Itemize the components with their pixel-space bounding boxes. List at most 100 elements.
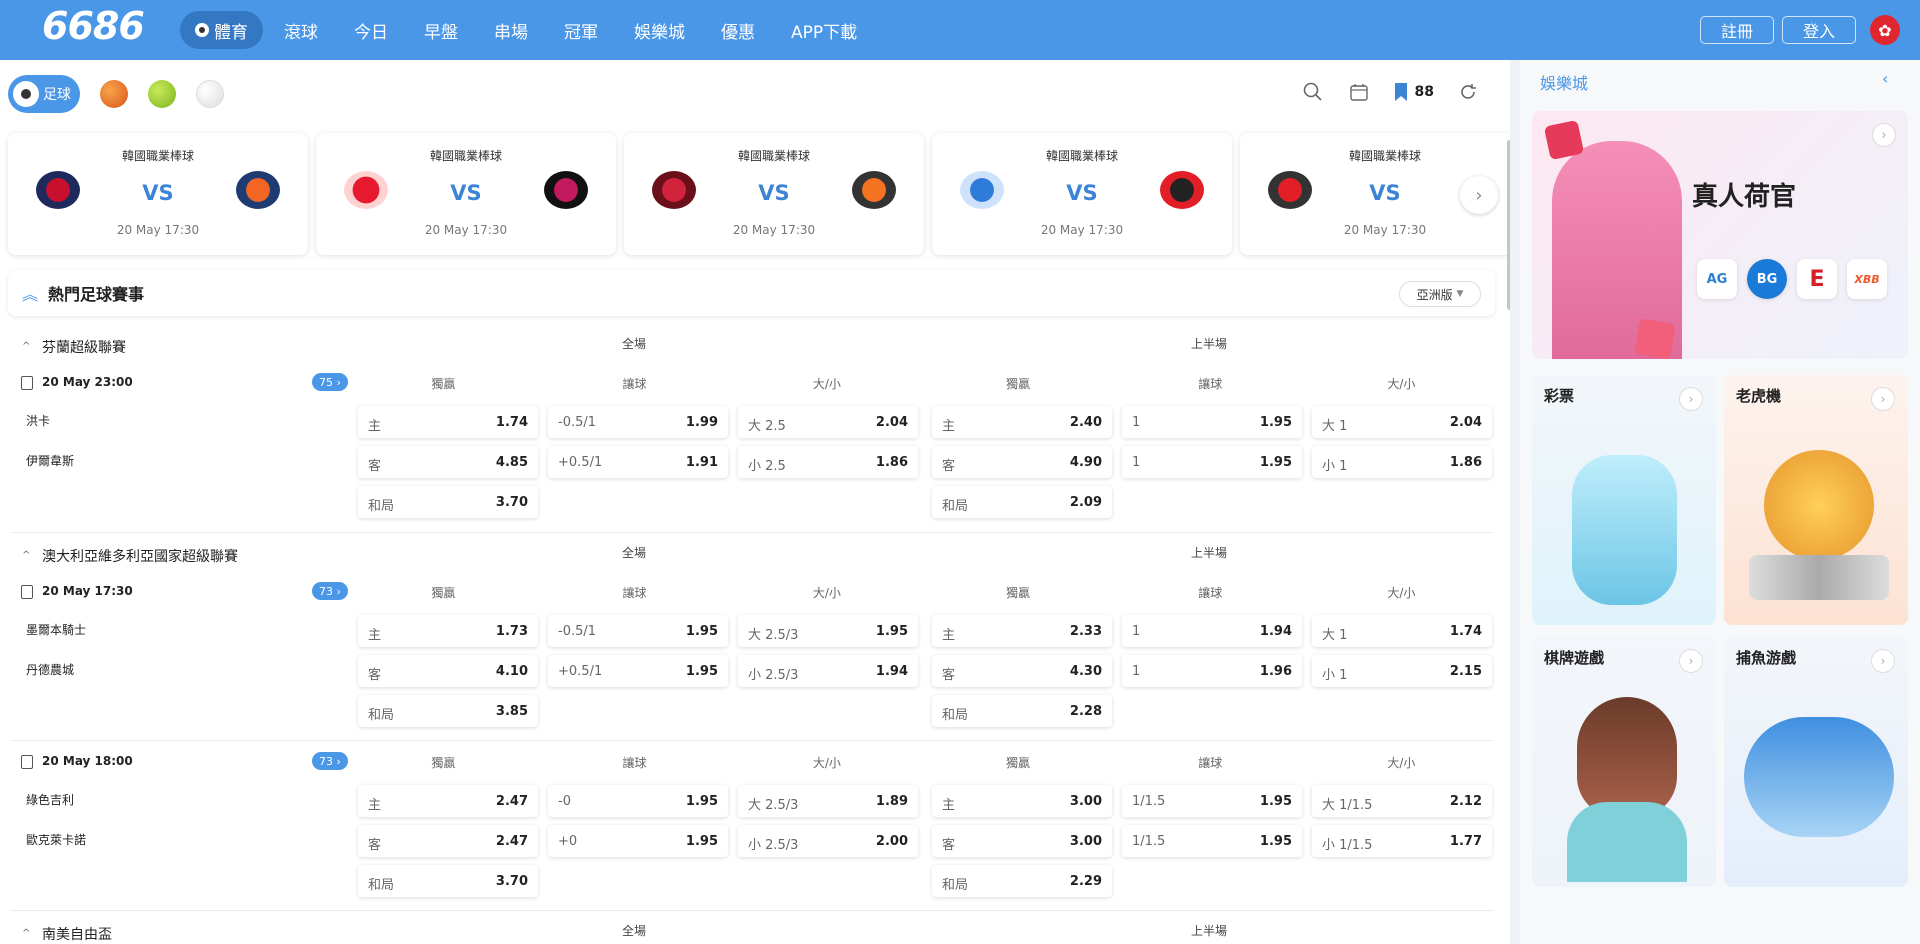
lottery-tile[interactable]: 彩票 ›: [1532, 375, 1716, 625]
provider-e[interactable]: E: [1797, 259, 1837, 299]
odds-button[interactable]: 主 2.33: [932, 615, 1112, 647]
odds-version-select[interactable]: 亞洲版 ▼: [1399, 281, 1481, 307]
site-logo[interactable]: 6686: [42, 4, 145, 48]
odds-button[interactable]: 客 4.85: [358, 446, 538, 478]
odds-button[interactable]: 大 2.5/3 1.95: [738, 615, 918, 647]
sport-tab-football[interactable]: 足球: [8, 75, 80, 113]
more-markets-badge[interactable]: 73 ›: [312, 752, 348, 770]
collapse-panel-icon[interactable]: ‹: [1882, 69, 1888, 88]
odds-button[interactable]: 1 1.95: [1122, 446, 1302, 478]
search-icon[interactable]: [1301, 80, 1325, 104]
nav-app-download[interactable]: APP下載: [776, 11, 872, 49]
featured-match-card[interactable]: 韓國職業棒球 VS 20 May 17:30: [932, 133, 1232, 255]
chevron-right-icon[interactable]: ›: [1872, 123, 1896, 147]
odds-button[interactable]: 1 1.96: [1122, 655, 1302, 687]
basketball-icon[interactable]: [100, 80, 128, 108]
nav-outright[interactable]: 冠軍: [549, 11, 613, 49]
odds-button[interactable]: +0.5/1 1.95: [548, 655, 728, 687]
odds-button[interactable]: 和局 3.70: [358, 865, 538, 897]
nav-early[interactable]: 早盤: [409, 11, 473, 49]
odds-button[interactable]: -0 1.95: [548, 785, 728, 817]
card-games-tile[interactable]: 棋牌遊戲 ›: [1532, 637, 1716, 887]
provider-bg[interactable]: BG: [1747, 259, 1787, 299]
provider-xbb[interactable]: XBB: [1847, 259, 1887, 299]
chevron-right-icon[interactable]: ›: [1871, 387, 1895, 411]
nav-today[interactable]: 今日: [339, 11, 403, 49]
featured-match-card[interactable]: 韓國職業棒球 VS 20 May 17:30: [316, 133, 616, 255]
odds-button[interactable]: -0.5/1 1.99: [548, 406, 728, 438]
refresh-icon[interactable]: [1456, 80, 1480, 104]
baseball-icon[interactable]: [196, 80, 224, 108]
favorites-button[interactable]: 88: [1393, 80, 1434, 104]
league-name[interactable]: 澳大利亞維多利亞國家超級聯賽: [42, 546, 238, 566]
odds-button[interactable]: 大 1/1.5 2.12: [1312, 785, 1492, 817]
odds-button[interactable]: 和局 2.28: [932, 695, 1112, 727]
league-name[interactable]: 南美自由盃: [42, 924, 112, 944]
login-button[interactable]: 登入: [1782, 16, 1856, 44]
favorite-checkbox[interactable]: [21, 585, 33, 599]
league-name[interactable]: 芬蘭超級聯賽: [42, 337, 126, 357]
odds-button[interactable]: 和局 2.29: [932, 865, 1112, 897]
nav-inplay[interactable]: 滾球: [269, 11, 333, 49]
odds-button[interactable]: 小 1 1.86: [1312, 446, 1492, 478]
nav-casino[interactable]: 娛樂城: [619, 11, 700, 49]
odds-button[interactable]: 和局 3.70: [358, 486, 538, 518]
odds-button[interactable]: 小 1 2.15: [1312, 655, 1492, 687]
carousel-next-button[interactable]: ›: [1460, 176, 1498, 214]
odds-button[interactable]: 1/1.5 1.95: [1122, 825, 1302, 857]
collapse-caret-icon[interactable]: ^: [22, 341, 30, 352]
collapse-caret-icon[interactable]: ^: [22, 928, 30, 939]
register-button[interactable]: 註冊: [1700, 16, 1774, 44]
odds-button[interactable]: 1/1.5 1.95: [1122, 785, 1302, 817]
odds-button[interactable]: 和局 3.85: [358, 695, 538, 727]
odds-button[interactable]: 大 1 1.74: [1312, 615, 1492, 647]
odds-button[interactable]: 大 1 2.04: [1312, 406, 1492, 438]
odds-button[interactable]: 主 2.47: [358, 785, 538, 817]
more-markets-badge[interactable]: 73 ›: [312, 582, 348, 600]
slots-tile[interactable]: 老虎機 ›: [1724, 375, 1908, 625]
market-header: 獨贏: [1005, 756, 1030, 770]
odds-button[interactable]: 小 1/1.5 1.77: [1312, 825, 1492, 857]
odds-button[interactable]: 主 2.40: [932, 406, 1112, 438]
odds-button[interactable]: 小 2.5 1.86: [738, 446, 918, 478]
odds-button[interactable]: 1 1.95: [1122, 406, 1302, 438]
calendar-icon[interactable]: [1347, 80, 1371, 104]
nav-sports[interactable]: 體育: [180, 11, 263, 49]
odds-button[interactable]: 主 3.00: [932, 785, 1112, 817]
odds-button[interactable]: 小 2.5/3 2.00: [738, 825, 918, 857]
scrollbar[interactable]: [1507, 140, 1510, 310]
fishing-games-tile[interactable]: 捕魚游戲 ›: [1724, 637, 1908, 887]
featured-match-card[interactable]: 韓國職業棒球 VS 20 May 17:30: [8, 133, 308, 255]
odds-button[interactable]: 大 2.5 2.04: [738, 406, 918, 438]
favorite-checkbox[interactable]: [21, 755, 33, 769]
odds-button[interactable]: 主 1.73: [358, 615, 538, 647]
odds-line: 小 2.5: [748, 459, 786, 474]
odds-button[interactable]: 和局 2.09: [932, 486, 1112, 518]
nav-promotions[interactable]: 優惠: [706, 11, 770, 49]
odds-button[interactable]: 客 2.47: [358, 825, 538, 857]
odds-button[interactable]: 客 4.30: [932, 655, 1112, 687]
collapse-icon[interactable]: ︽: [22, 281, 38, 305]
odds-button[interactable]: 主 1.74: [358, 406, 538, 438]
odds-button[interactable]: -0.5/1 1.95: [548, 615, 728, 647]
collapse-caret-icon[interactable]: ^: [22, 550, 30, 561]
odds-button[interactable]: 客 4.90: [932, 446, 1112, 478]
odds-button[interactable]: 小 2.5/3 1.94: [738, 655, 918, 687]
favorite-checkbox[interactable]: [21, 376, 33, 390]
odds-button[interactable]: 1 1.94: [1122, 615, 1302, 647]
odds-button[interactable]: +0.5/1 1.91: [548, 446, 728, 478]
chevron-right-icon[interactable]: ›: [1679, 387, 1703, 411]
chevron-right-icon[interactable]: ›: [1679, 649, 1703, 673]
provider-ag[interactable]: AG: [1697, 259, 1737, 299]
featured-match-card[interactable]: 韓國職業棒球 VS 20 May 17:30: [624, 133, 924, 255]
live-dealer-banner[interactable]: 真人荷官 › AG BG E XBB: [1532, 111, 1908, 359]
chevron-right-icon[interactable]: ›: [1871, 649, 1895, 673]
more-markets-badge[interactable]: 75 ›: [312, 373, 348, 391]
language-flag-icon[interactable]: ✿: [1870, 15, 1900, 45]
odds-button[interactable]: 大 2.5/3 1.89: [738, 785, 918, 817]
odds-button[interactable]: 客 3.00: [932, 825, 1112, 857]
odds-button[interactable]: 客 4.10: [358, 655, 538, 687]
nav-parlay[interactable]: 串場: [479, 11, 543, 49]
odds-button[interactable]: +0 1.95: [548, 825, 728, 857]
tennis-icon[interactable]: [148, 80, 176, 108]
